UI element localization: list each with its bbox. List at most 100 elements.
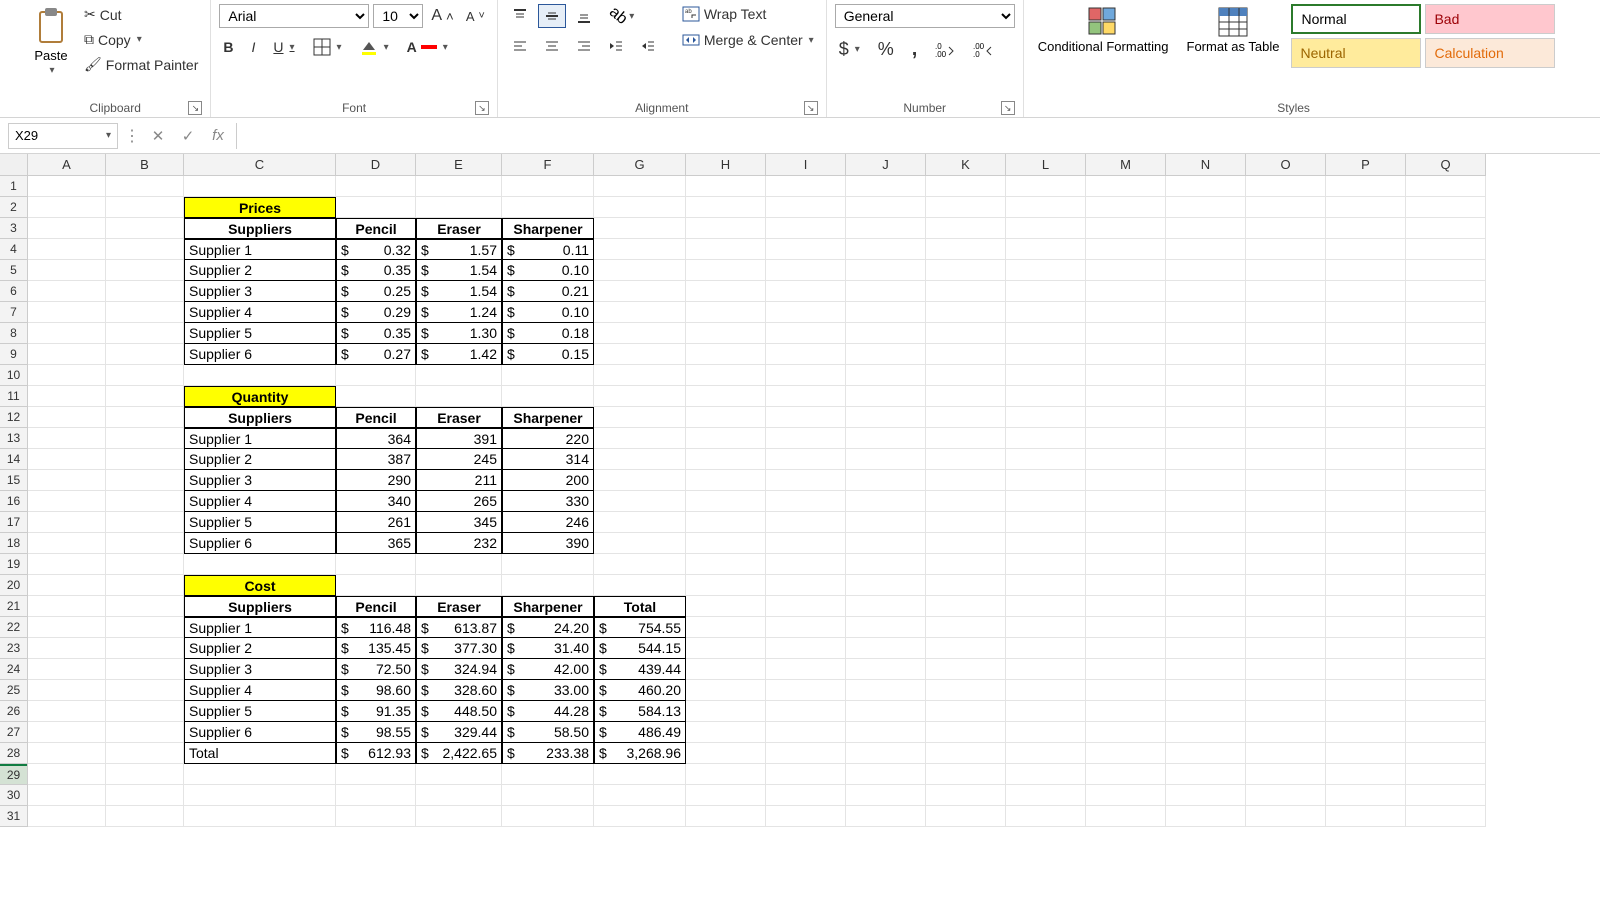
cell[interactable]: Sharpener bbox=[502, 218, 594, 239]
cell[interactable] bbox=[1086, 680, 1166, 701]
cell[interactable] bbox=[766, 197, 846, 218]
cell[interactable] bbox=[686, 806, 766, 827]
cell[interactable] bbox=[106, 533, 184, 554]
cell[interactable] bbox=[106, 659, 184, 680]
cell[interactable] bbox=[1246, 260, 1326, 281]
cell[interactable] bbox=[1246, 470, 1326, 491]
cell[interactable] bbox=[416, 386, 502, 407]
cell[interactable]: $377.30 bbox=[416, 638, 502, 659]
cell[interactable] bbox=[28, 638, 106, 659]
cell[interactable] bbox=[1006, 302, 1086, 323]
cell[interactable] bbox=[1086, 512, 1166, 533]
decrease-font-button[interactable]: A˅ bbox=[462, 7, 489, 26]
cell[interactable] bbox=[416, 806, 502, 827]
cell[interactable] bbox=[1406, 533, 1486, 554]
cell[interactable] bbox=[846, 218, 926, 239]
cell[interactable] bbox=[1406, 407, 1486, 428]
cell[interactable] bbox=[1246, 449, 1326, 470]
cell[interactable] bbox=[1006, 281, 1086, 302]
cell[interactable] bbox=[1006, 554, 1086, 575]
style-bad[interactable]: Bad bbox=[1425, 4, 1555, 34]
dialog-launcher-icon[interactable]: ↘ bbox=[188, 101, 202, 115]
cell[interactable] bbox=[1406, 638, 1486, 659]
column-header[interactable]: C bbox=[184, 154, 336, 175]
cell[interactable] bbox=[1086, 470, 1166, 491]
cell[interactable]: Suppliers bbox=[184, 218, 336, 239]
cell[interactable] bbox=[846, 785, 926, 806]
cell[interactable] bbox=[28, 470, 106, 491]
cancel-icon[interactable]: ✕ bbox=[146, 124, 170, 148]
cell[interactable] bbox=[1166, 701, 1246, 722]
cell[interactable]: Supplier 4 bbox=[184, 491, 336, 512]
cell[interactable] bbox=[336, 554, 416, 575]
cell[interactable] bbox=[766, 281, 846, 302]
cell[interactable]: $439.44 bbox=[594, 659, 686, 680]
cell[interactable] bbox=[28, 407, 106, 428]
column-header[interactable]: D bbox=[336, 154, 416, 175]
align-top-button[interactable] bbox=[506, 4, 534, 28]
cell[interactable] bbox=[1326, 554, 1406, 575]
cell[interactable] bbox=[1246, 323, 1326, 344]
cell[interactable] bbox=[766, 428, 846, 449]
row-header[interactable]: 8 bbox=[0, 323, 27, 344]
cell[interactable] bbox=[1326, 260, 1406, 281]
cell[interactable] bbox=[1166, 386, 1246, 407]
cell[interactable] bbox=[926, 197, 1006, 218]
align-right-button[interactable] bbox=[570, 34, 598, 58]
cell[interactable] bbox=[1246, 554, 1326, 575]
cell[interactable] bbox=[336, 785, 416, 806]
column-header[interactable]: I bbox=[766, 154, 846, 175]
formula-input[interactable] bbox=[236, 123, 1592, 149]
cell[interactable] bbox=[594, 428, 686, 449]
format-painter-button[interactable]: 🖌 Format Painter bbox=[80, 54, 202, 75]
cell[interactable] bbox=[846, 491, 926, 512]
cell[interactable] bbox=[1006, 449, 1086, 470]
select-all-corner[interactable] bbox=[0, 154, 28, 176]
cell[interactable] bbox=[686, 596, 766, 617]
cell[interactable] bbox=[1406, 365, 1486, 386]
cell[interactable] bbox=[1326, 176, 1406, 197]
row-header[interactable]: 28 bbox=[0, 743, 27, 764]
cell[interactable] bbox=[1006, 512, 1086, 533]
cell[interactable] bbox=[766, 743, 846, 764]
cell[interactable] bbox=[766, 386, 846, 407]
fx-icon[interactable]: fx bbox=[206, 124, 230, 148]
cell[interactable] bbox=[1406, 386, 1486, 407]
align-bottom-button[interactable] bbox=[570, 4, 598, 28]
cell[interactable] bbox=[766, 512, 846, 533]
cell[interactable]: Prices bbox=[184, 197, 336, 218]
cell[interactable] bbox=[502, 785, 594, 806]
row-header[interactable]: 24 bbox=[0, 659, 27, 680]
cell[interactable]: 387 bbox=[336, 449, 416, 470]
cell[interactable] bbox=[926, 722, 1006, 743]
cell[interactable] bbox=[1406, 512, 1486, 533]
cell[interactable]: Sharpener bbox=[502, 596, 594, 617]
cell[interactable] bbox=[416, 197, 502, 218]
row-header[interactable]: 6 bbox=[0, 281, 27, 302]
cell[interactable] bbox=[686, 344, 766, 365]
cell[interactable] bbox=[926, 260, 1006, 281]
cell[interactable] bbox=[106, 575, 184, 596]
cell[interactable] bbox=[766, 260, 846, 281]
comma-button[interactable]: , bbox=[908, 36, 922, 63]
cell[interactable] bbox=[846, 743, 926, 764]
cell[interactable] bbox=[686, 365, 766, 386]
cell[interactable] bbox=[686, 302, 766, 323]
row-header[interactable]: 31 bbox=[0, 806, 27, 827]
cell[interactable]: $135.45 bbox=[336, 638, 416, 659]
cell[interactable] bbox=[28, 785, 106, 806]
cell[interactable]: 265 bbox=[416, 491, 502, 512]
cell[interactable]: 391 bbox=[416, 428, 502, 449]
cell[interactable] bbox=[1406, 428, 1486, 449]
cell[interactable] bbox=[846, 764, 926, 785]
cell[interactable] bbox=[1086, 407, 1166, 428]
cell[interactable] bbox=[28, 764, 106, 785]
column-headers[interactable]: ABCDEFGHIJKLMNOPQ bbox=[28, 154, 1486, 176]
cell[interactable] bbox=[28, 386, 106, 407]
cell[interactable] bbox=[1246, 533, 1326, 554]
cell[interactable] bbox=[336, 176, 416, 197]
cell[interactable]: $1.24 bbox=[416, 302, 502, 323]
cell[interactable] bbox=[106, 554, 184, 575]
cell[interactable] bbox=[594, 260, 686, 281]
cell[interactable] bbox=[1006, 239, 1086, 260]
